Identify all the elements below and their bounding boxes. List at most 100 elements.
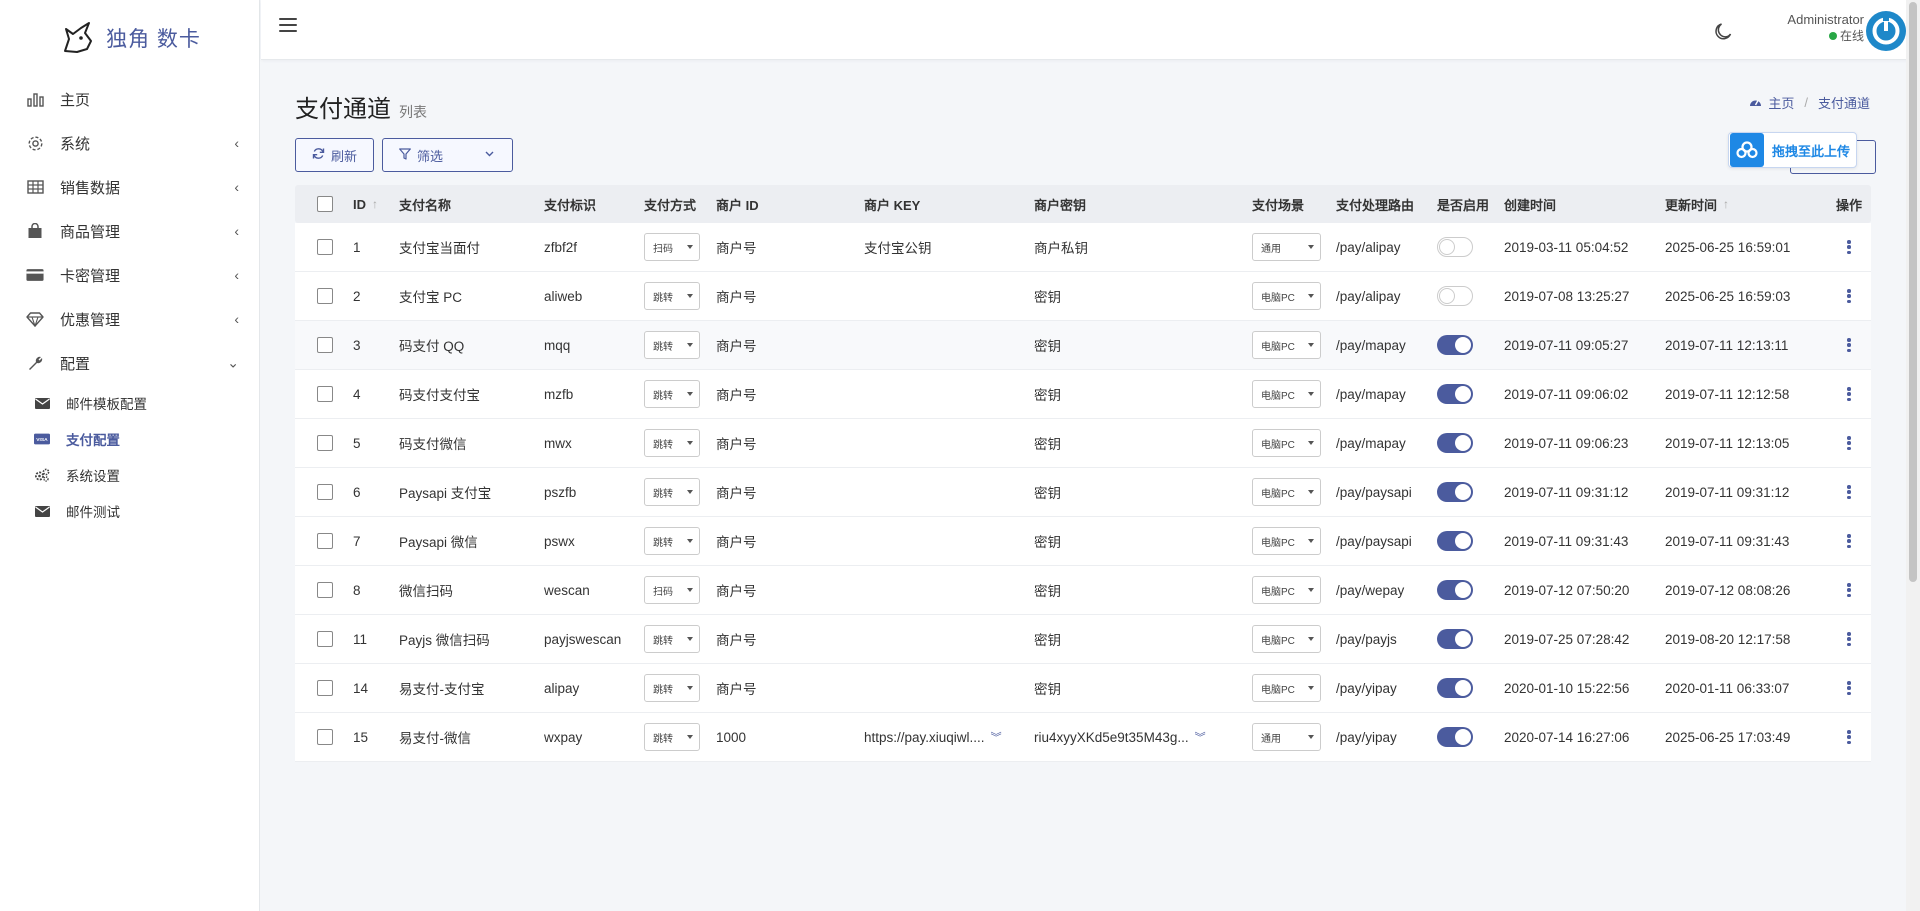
scene-select[interactable]: 电脑PC — [1252, 625, 1321, 653]
scene-select[interactable]: 电脑PC — [1252, 331, 1321, 359]
row-checkbox[interactable] — [317, 533, 333, 549]
double-chevron-down-icon[interactable]: ︾ — [991, 729, 1002, 745]
enabled-toggle[interactable] — [1437, 629, 1473, 649]
sidebar-item-system[interactable]: 系统 ‹ — [0, 121, 259, 165]
row-actions-icon[interactable] — [1844, 484, 1854, 500]
table-row[interactable]: 11 Payjs 微信扫码 payjswescan 跳转 商户号 密钥 电脑PC/pay/p… — [295, 615, 1871, 664]
row-actions-icon[interactable] — [1844, 631, 1854, 647]
select-all-checkbox[interactable] — [317, 196, 333, 212]
sidebar-subitem-payment-config[interactable]: VISA 支付配置 — [0, 421, 259, 457]
enabled-toggle[interactable] — [1437, 531, 1473, 551]
method-select[interactable]: 跳转 — [644, 674, 700, 702]
column-header-id[interactable]: ID ↑ — [353, 197, 399, 212]
table-row[interactable]: 4 码支付支付宝 mzfb 跳转 商户号 密钥 电脑PC/pay/mapay 2019-07-… — [295, 370, 1871, 419]
method-select[interactable]: 跳转 — [644, 723, 700, 751]
row-checkbox[interactable] — [317, 435, 333, 451]
sidebar-subitem-system-settings[interactable]: 系统设置 — [0, 457, 259, 493]
user-info[interactable]: Administrator 在线 — [1787, 12, 1864, 44]
method-select[interactable]: 跳转 — [644, 429, 700, 457]
row-checkbox[interactable] — [317, 631, 333, 647]
row-checkbox[interactable] — [317, 288, 333, 304]
table-row[interactable]: 1 支付宝当面付 zfbf2f 扫码 商户号 支付宝公钥 商户私钥 通用/pay/alipay… — [295, 223, 1871, 272]
row-checkbox[interactable] — [317, 484, 333, 500]
enabled-toggle[interactable] — [1437, 433, 1473, 453]
breadcrumb-current: 支付通道 — [1817, 96, 1870, 111]
scene-select[interactable]: 电脑PC — [1252, 429, 1321, 457]
filter-button[interactable]: 筛选 — [382, 138, 514, 172]
row-actions-icon[interactable] — [1844, 533, 1854, 549]
row-actions-icon[interactable] — [1844, 239, 1854, 255]
table-row[interactable]: 8 微信扫码 wescan 扫码 商户号 密钥 电脑PC/pay/wepay 2019-07-… — [295, 566, 1871, 615]
moon-icon[interactable] — [1714, 21, 1734, 41]
table-row[interactable]: 7 Paysapi 微信 pswx 跳转 商户号 密钥 电脑PC/pay/paysapi 20… — [295, 517, 1871, 566]
row-actions-icon[interactable] — [1844, 435, 1854, 451]
cell-route: /pay/alipay — [1336, 239, 1401, 255]
row-actions-icon[interactable] — [1844, 386, 1854, 402]
row-actions-icon[interactable] — [1844, 680, 1854, 696]
sidebar-item-cards[interactable]: 卡密管理 ‹ — [0, 253, 259, 297]
scene-select[interactable]: 通用 — [1252, 723, 1321, 751]
sidebar: 独角 数卡 主页 系统 ‹ 销售数据 ‹ 商品管理 ‹ 卡密管理 ‹ 优惠管理 … — [0, 0, 260, 911]
row-checkbox[interactable] — [317, 239, 333, 255]
table-row[interactable]: 14 易支付-支付宝 alipay 跳转 商户号 密钥 电脑PC/pay/yipay 2020… — [295, 664, 1871, 713]
row-actions-icon[interactable] — [1844, 729, 1854, 745]
table-row[interactable]: 2 支付宝 PC aliweb 跳转 商户号 密钥 电脑PC/pay/alipay 2019-… — [295, 272, 1871, 321]
drag-upload-button[interactable]: 拖拽至此上传 — [1728, 132, 1857, 168]
enabled-toggle[interactable] — [1437, 286, 1473, 306]
method-select[interactable]: 跳转 — [644, 527, 700, 555]
method-select[interactable]: 跳转 — [644, 380, 700, 408]
row-actions-icon[interactable] — [1844, 288, 1854, 304]
table-row[interactable]: 6 Paysapi 支付宝 pszfb 跳转 商户号 密钥 电脑PC/pay/paysapi… — [295, 468, 1871, 517]
enabled-toggle[interactable] — [1437, 482, 1473, 502]
page-scrollbar[interactable] — [1906, 0, 1920, 911]
table-row[interactable]: 3 码支付 QQ mqq 跳转 商户号 密钥 电脑PC/pay/mapay 2019-07-1… — [295, 321, 1871, 370]
enabled-toggle[interactable] — [1437, 237, 1473, 257]
table-row[interactable]: 15 易支付-微信 wxpay 跳转 1000 https://pay.xiuqiwl..… — [295, 713, 1871, 762]
enabled-toggle[interactable] — [1437, 335, 1473, 355]
method-select[interactable]: 跳转 — [644, 331, 700, 359]
scene-select[interactable]: 电脑PC — [1252, 478, 1321, 506]
avatar[interactable] — [1866, 11, 1906, 51]
scene-select[interactable]: 电脑PC — [1252, 674, 1321, 702]
method-select[interactable]: 跳转 — [644, 625, 700, 653]
sidebar-subitem-mail-template[interactable]: 邮件模板配置 — [0, 385, 259, 421]
method-select[interactable]: 跳转 — [644, 478, 700, 506]
scene-select[interactable]: 电脑PC — [1252, 576, 1321, 604]
sidebar-item-discounts[interactable]: 优惠管理 ‹ — [0, 297, 259, 341]
row-checkbox[interactable] — [317, 729, 333, 745]
hamburger-menu-icon[interactable] — [279, 18, 297, 34]
method-select[interactable]: 扫码 — [644, 233, 700, 261]
row-checkbox[interactable] — [317, 582, 333, 598]
envelope-icon — [34, 396, 50, 410]
double-chevron-down-icon[interactable]: ︾ — [1195, 729, 1206, 745]
scene-select[interactable]: 通用 — [1252, 233, 1321, 261]
sidebar-subitem-mail-test[interactable]: 邮件测试 — [0, 493, 259, 529]
row-actions-icon[interactable] — [1844, 582, 1854, 598]
enabled-toggle[interactable] — [1437, 678, 1473, 698]
scene-select[interactable]: 电脑PC — [1252, 527, 1321, 555]
method-select[interactable]: 跳转 — [644, 282, 700, 310]
enabled-toggle[interactable] — [1437, 727, 1473, 747]
caret-down-icon — [687, 294, 693, 298]
row-checkbox[interactable] — [317, 680, 333, 696]
refresh-button[interactable]: 刷新 — [295, 138, 375, 172]
scene-select[interactable]: 电脑PC — [1252, 282, 1321, 310]
cell-ident: payjswescan — [544, 631, 622, 647]
enabled-toggle[interactable] — [1437, 580, 1473, 600]
breadcrumb-home-link[interactable]: 主页 — [1768, 93, 1794, 112]
enabled-toggle[interactable] — [1437, 384, 1473, 404]
column-header-updated[interactable]: 更新时间 ↑ — [1665, 195, 1827, 214]
scrollbar-thumb[interactable] — [1909, 2, 1917, 582]
table-row[interactable]: 5 码支付微信 mwx 跳转 商户号 密钥 电脑PC/pay/mapay 2019-07-11… — [295, 419, 1871, 468]
sidebar-item-home[interactable]: 主页 — [0, 77, 259, 121]
sidebar-item-config[interactable]: 配置 ⌄ — [0, 341, 259, 385]
scene-select[interactable]: 电脑PC — [1252, 380, 1321, 408]
row-checkbox[interactable] — [317, 337, 333, 353]
row-checkbox[interactable] — [317, 386, 333, 402]
brand[interactable]: 独角 数卡 — [0, 0, 259, 75]
sidebar-item-products[interactable]: 商品管理 ‹ — [0, 209, 259, 253]
method-select[interactable]: 扫码 — [644, 576, 700, 604]
cell-ident: mwx — [544, 435, 572, 451]
sidebar-item-sales[interactable]: 销售数据 ‹ — [0, 165, 259, 209]
row-actions-icon[interactable] — [1844, 337, 1854, 353]
